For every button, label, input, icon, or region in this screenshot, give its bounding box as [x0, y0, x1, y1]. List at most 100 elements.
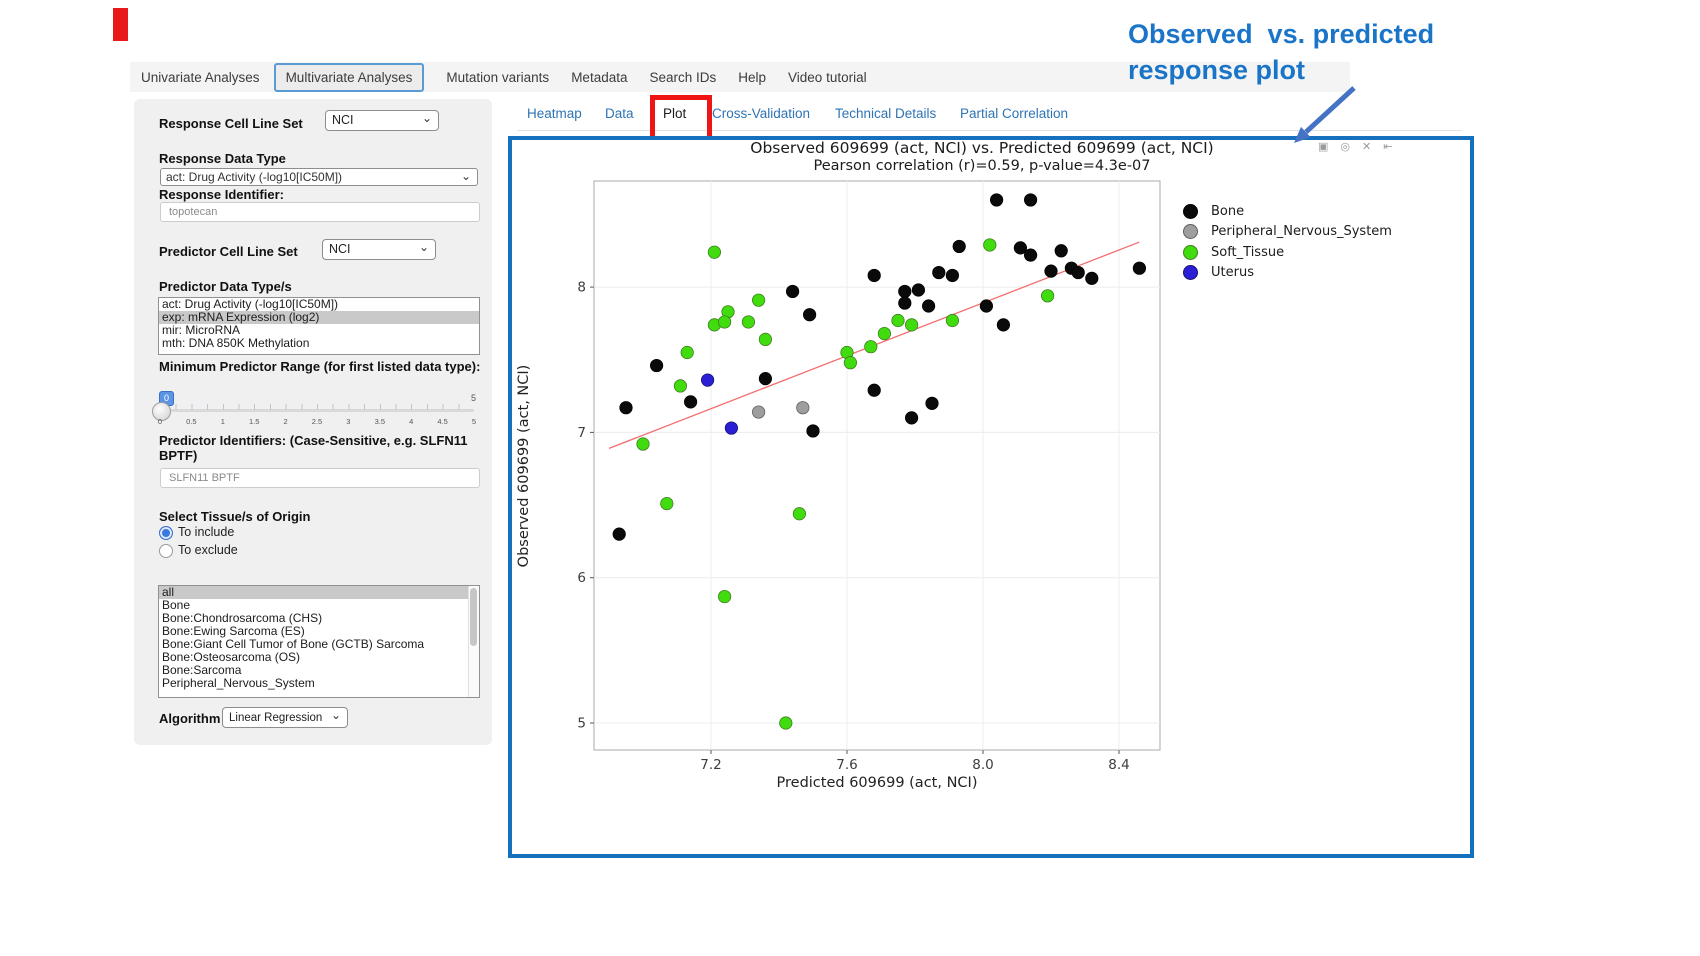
subtab-heatmap[interactable]: Heatmap [527, 106, 582, 121]
legend-dot [1183, 204, 1198, 219]
x-tick-label: 7.2 [700, 757, 721, 773]
radio-to-include-label: To include [178, 525, 234, 539]
response-cell-line-set-value: NCI [332, 113, 354, 127]
data-point-bone [650, 359, 662, 371]
tissue-listbox-scrollbar[interactable] [468, 586, 479, 697]
data-point-soft_tissue [661, 497, 673, 509]
radio-to-include[interactable] [159, 526, 173, 540]
predictor-cell-line-set-select[interactable]: NCI ⌄ [322, 239, 436, 260]
annotation-arrow-icon [1280, 84, 1370, 154]
data-point-soft_tissue [946, 314, 958, 326]
radio-to-exclude[interactable] [159, 544, 173, 558]
data-point-soft_tissue [718, 590, 730, 602]
slider-tick-label: 2 [284, 417, 288, 426]
algorithm-select[interactable]: Linear Regression ⌄ [222, 707, 348, 728]
x-tick-label: 8.0 [972, 757, 993, 773]
nav-tab-search-ids[interactable]: Search IDs [649, 70, 716, 85]
plot-legend: Bone Peripheral_Nervous_System Soft_Tissue… [1183, 201, 1392, 283]
response-data-type-label: Response Data Type [159, 151, 489, 166]
nav-tab-univariate-analyses[interactable]: Univariate Analyses [141, 70, 260, 85]
data-point-bone [899, 297, 911, 309]
x-axis-label: Predicted 609699 (act, NCI) [777, 775, 978, 791]
data-point-soft_tissue [674, 380, 686, 392]
nav-tab-help[interactable]: Help [738, 70, 766, 85]
data-point-bone [807, 425, 819, 437]
chevron-down-icon: ⌄ [461, 169, 471, 183]
subtab-cross-validation[interactable]: Cross-Validation [712, 106, 810, 121]
data-point-bone [905, 412, 917, 424]
chevron-down-icon: ⌄ [331, 708, 341, 722]
predictor-cell-line-set-value: NCI [329, 242, 351, 256]
data-point-bone [1133, 262, 1145, 274]
nav-tab-mutation-variants[interactable]: Mutation variants [446, 70, 549, 85]
list-option[interactable]: all [159, 586, 479, 599]
chevron-down-icon: ⌄ [419, 240, 429, 254]
legend-label: Uterus [1211, 265, 1254, 280]
nav-tab-video-tutorial[interactable]: Video tutorial [788, 70, 867, 85]
slider-tick-label: 4 [409, 417, 413, 426]
predictor-identifiers-label: Predictor Identifiers: (Case-Sensitive, … [159, 433, 489, 463]
subtab-partial-correlation[interactable]: Partial Correlation [960, 106, 1068, 121]
data-point-bone [868, 384, 880, 396]
slider-tick-marks [160, 404, 474, 410]
nav-tab-multivariate-analyses[interactable]: Multivariate Analyses [274, 63, 425, 92]
data-point-bone [684, 396, 696, 408]
data-point-soft_tissue [865, 340, 877, 352]
slider-tick-label: 5 [472, 417, 476, 426]
app-page: Univariate Analyses Multivariate Analyses… [0, 0, 1700, 956]
list-option[interactable]: Peripheral_Nervous_System [159, 677, 479, 690]
data-point-soft_tissue [984, 239, 996, 251]
x-tick-label: 7.6 [836, 757, 857, 773]
nav-tab-metadata[interactable]: Metadata [571, 70, 627, 85]
data-point-bone [1024, 194, 1036, 206]
legend-label: Soft_Tissue [1211, 245, 1284, 260]
slider-tick-label: 0.5 [186, 417, 196, 426]
scrollbar-thumb[interactable] [470, 588, 477, 646]
data-point-soft_tissue [793, 508, 805, 520]
response-data-type-select[interactable]: act: Drug Activity (-log10[IC50M]) ⌄ [160, 168, 478, 186]
slider-tick-label: 4.5 [437, 417, 447, 426]
red-marker [113, 8, 128, 41]
plot-panel: 7.27.68.08.45678Observed 609699 (act, NC… [508, 136, 1474, 858]
annotation-text: Observed vs. predicted response plot [1128, 16, 1434, 88]
legend-item: Uterus [1183, 263, 1392, 284]
data-point-bone [868, 269, 880, 281]
data-point-soft_tissue [878, 327, 890, 339]
response-cell-line-set-select[interactable]: NCI ⌄ [325, 110, 439, 131]
response-identifier-input[interactable]: topotecan [160, 202, 480, 222]
data-point-bone [1045, 265, 1057, 277]
chevron-down-icon: ⌄ [422, 111, 432, 125]
data-point-bone [786, 285, 798, 297]
predictor-identifiers-input[interactable]: SLFN11 BPTF [160, 468, 480, 488]
data-point-soft_tissue [844, 356, 856, 368]
min-predictor-range-label: Minimum Predictor Range (for first liste… [159, 359, 489, 374]
x-tick-label: 8.4 [1108, 757, 1129, 773]
y-tick-label: 8 [577, 280, 586, 296]
data-point-bone [613, 528, 625, 540]
response-data-type-value: act: Drug Activity (-log10[IC50M]) [166, 170, 342, 184]
predictor-data-types-listbox[interactable]: act: Drug Activity (-log10[IC50M])exp: m… [158, 297, 480, 355]
slider-tick-label: 3 [346, 417, 350, 426]
data-point-soft_tissue [718, 316, 730, 328]
data-point-bone [1086, 272, 1098, 284]
data-point-bone [1055, 245, 1067, 257]
data-point-soft_tissue [708, 246, 720, 258]
legend-item: Peripheral_Nervous_System [1183, 222, 1392, 243]
data-point-bone [946, 269, 958, 281]
reset-axes-icon[interactable]: ⇤ [1383, 141, 1404, 153]
data-point-soft_tissue [892, 314, 904, 326]
data-point-soft_tissue [759, 333, 771, 345]
data-point-bone [803, 309, 815, 321]
list-option[interactable]: mth: DNA 850K Methylation [159, 337, 479, 350]
y-tick-label: 6 [577, 570, 586, 586]
subtab-technical-details[interactable]: Technical Details [835, 106, 936, 121]
legend-label: Peripheral_Nervous_System [1211, 224, 1392, 239]
subtab-data[interactable]: Data [605, 106, 634, 121]
y-tick-label: 7 [577, 425, 586, 441]
data-point-bone [990, 194, 1002, 206]
plot-subtitle: Pearson correlation (r)=0.59, p-value=4.… [813, 158, 1150, 174]
legend-label: Bone [1211, 204, 1244, 219]
tissue-listbox[interactable]: allBoneBone:Chondrosarcoma (CHS)Bone:Ewi… [158, 585, 480, 698]
data-point-soft_tissue [637, 438, 649, 450]
slider-tick-labels: 00.511.522.533.544.55 [156, 417, 478, 427]
